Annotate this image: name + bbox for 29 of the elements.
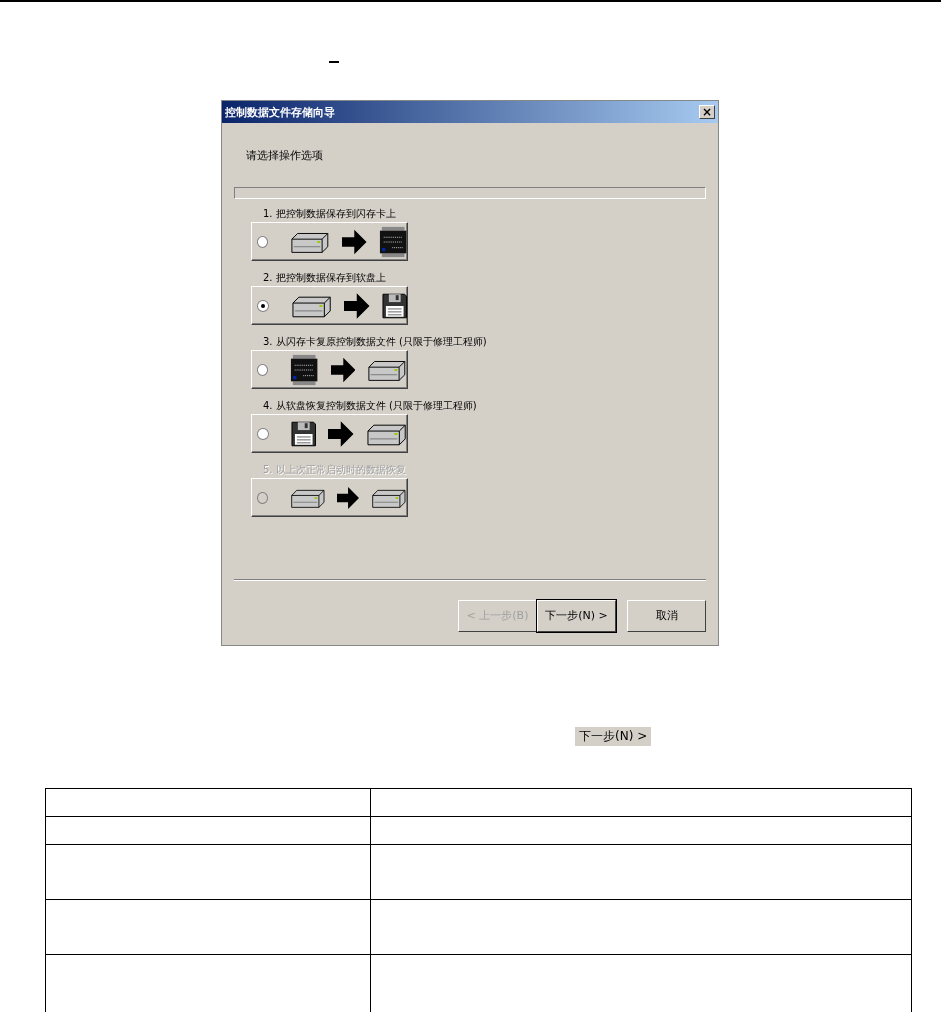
- chip-icon: [378, 225, 407, 258]
- option-label: 3. 从闪存卡复原控制数据文件 (只限于修理工程师): [263, 335, 488, 349]
- cursor-mark: [329, 61, 339, 63]
- radio-button[interactable]: [257, 299, 269, 312]
- prompt-text: 请选择操作选项: [246, 148, 324, 163]
- wizard-button[interactable]: 取消: [627, 599, 706, 632]
- option-button[interactable]: [251, 478, 408, 517]
- floppy-icon: [381, 292, 407, 319]
- option-button[interactable]: [251, 350, 408, 389]
- radio-button[interactable]: [257, 427, 269, 440]
- wizard-button[interactable]: 下一步(N) >: [537, 599, 616, 632]
- radio-button[interactable]: [257, 363, 269, 376]
- option-button[interactable]: [251, 222, 408, 261]
- chip-icon: [290, 353, 319, 386]
- window-title: 控制数据文件存储向导: [225, 104, 335, 120]
- arrow-icon: [330, 356, 356, 383]
- option-label: 4. 从软盘恢复控制数据文件 (只限于修理工程师): [263, 399, 478, 413]
- option-button[interactable]: [251, 286, 408, 325]
- arrow-icon: [342, 228, 367, 255]
- arrow-icon: [328, 420, 354, 447]
- option-label: 1. 把控制数据保存到闪存卡上: [263, 207, 397, 221]
- arrow-icon: [337, 484, 360, 511]
- next-button-image: 下一步(N) >: [575, 727, 652, 746]
- option-label: 2. 把控制数据保存到软盘上: [263, 271, 387, 285]
- option-button[interactable]: [251, 414, 408, 453]
- radio-button[interactable]: [257, 235, 269, 248]
- close-button[interactable]: ×: [699, 105, 715, 119]
- floppy-icon: [290, 420, 317, 447]
- arrow-icon: [344, 292, 370, 319]
